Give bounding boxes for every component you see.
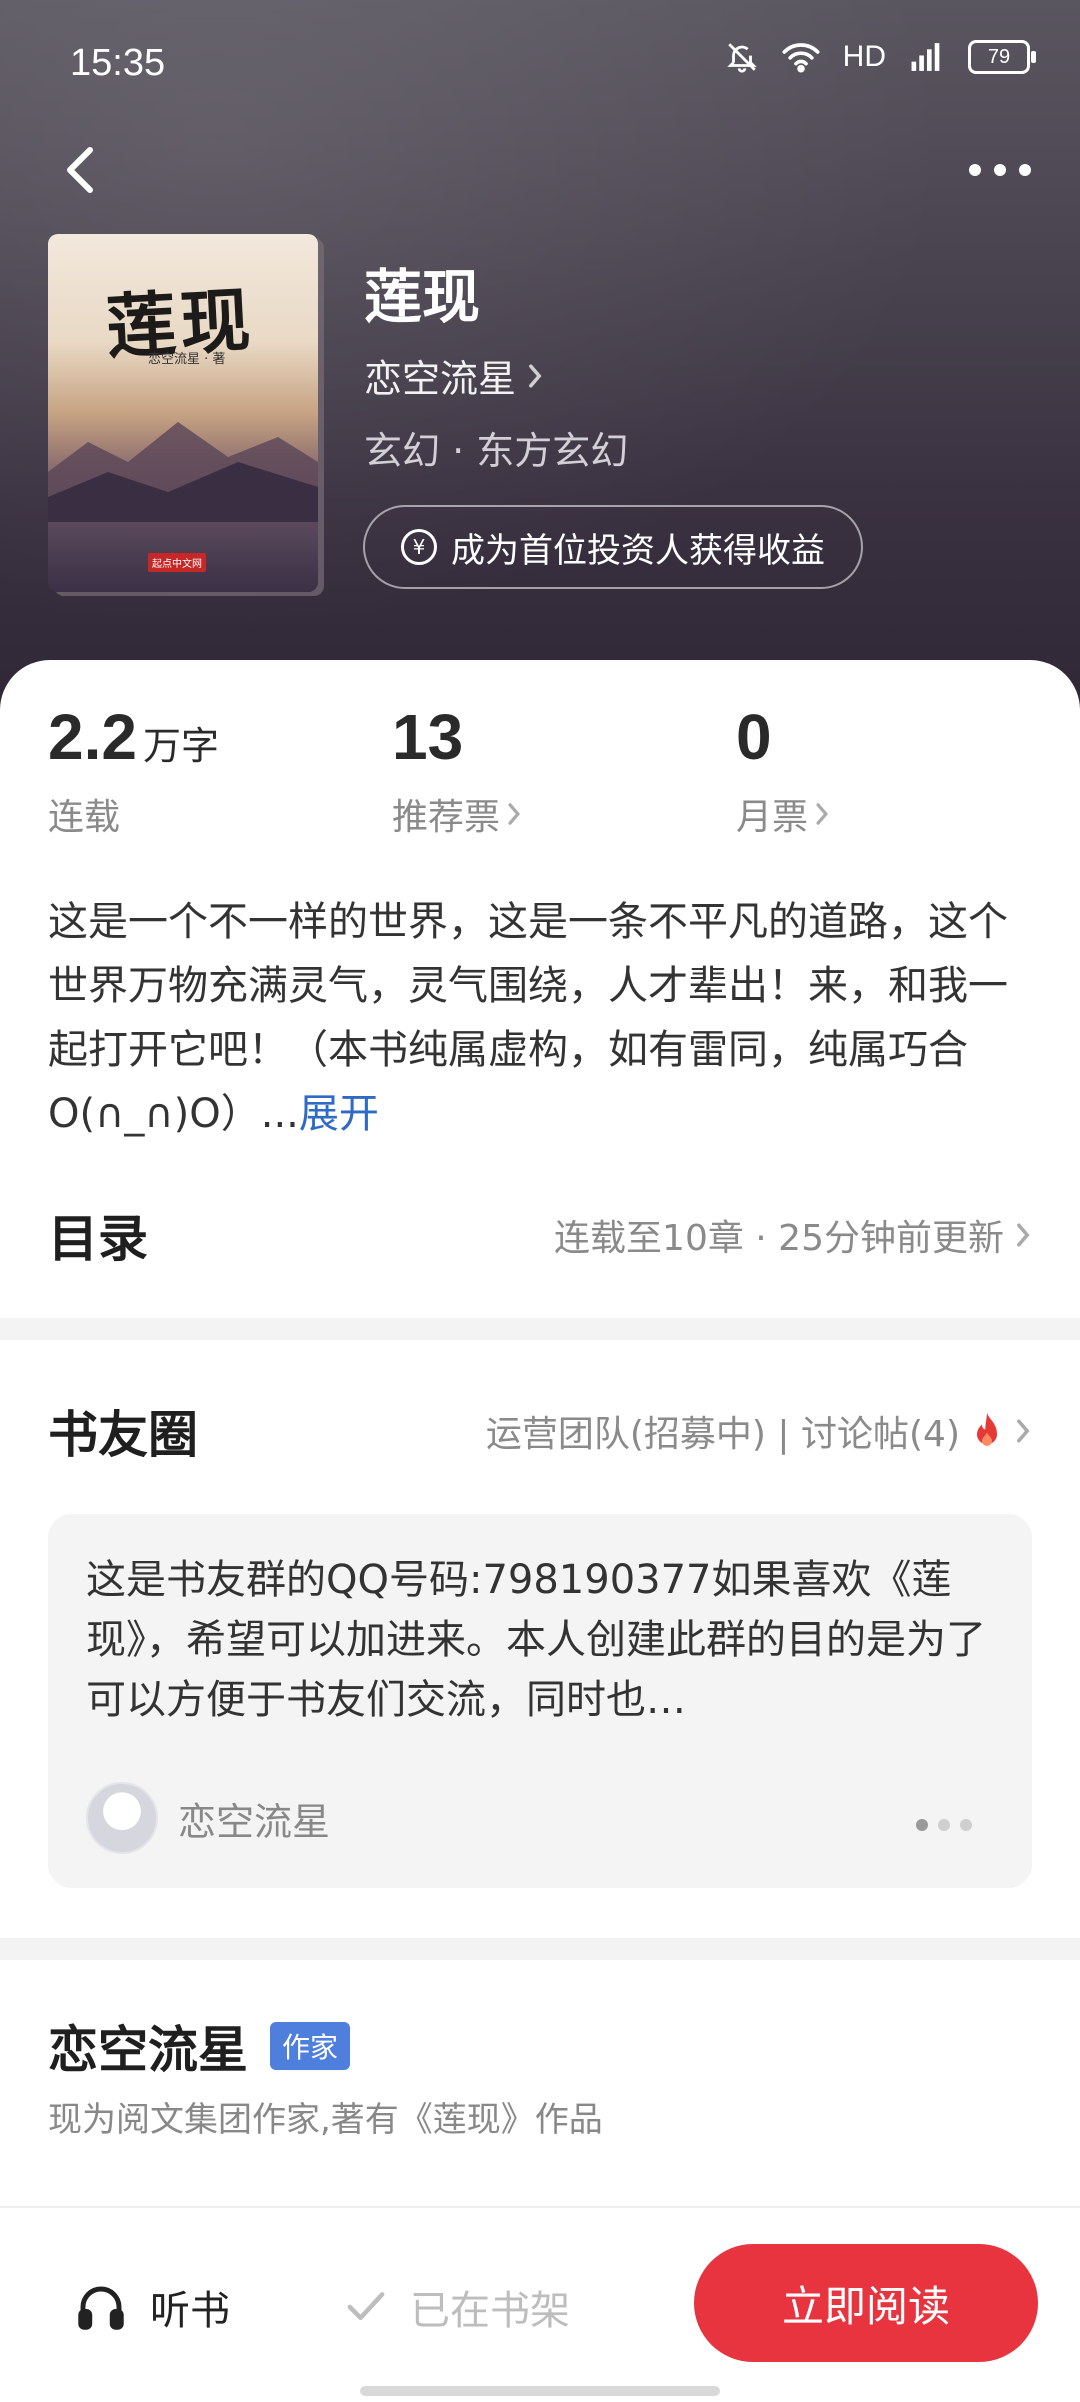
cover-author: 恋空流星 · 著 [148, 352, 226, 367]
signal-icon [911, 43, 940, 71]
author-badge: 作家 [270, 2022, 351, 2070]
back-button[interactable] [40, 130, 120, 210]
on-shelf-button[interactable]: 已在书架 [344, 2278, 570, 2336]
cover-publisher: 起点中文网 [148, 553, 206, 572]
bottom-action-bar: 听书 已在书架 立即阅读 [0, 2206, 1080, 2402]
headphones-icon [78, 2286, 124, 2330]
status-bar: 15:35 HD 79 [0, 0, 1080, 130]
section-divider [0, 1938, 1080, 1960]
listen-label: 听书 [150, 2288, 230, 2334]
community-row[interactable]: 书友圈 运营团队(招募中) | 讨论帖(4) [48, 1396, 1032, 1466]
network-type: HD [842, 40, 886, 73]
read-now-label: 立即阅读 [781, 2281, 950, 2331]
intro-text: 这是一个不一样的世界，这是一条不平凡的道路，这个世界万物充满灵气，灵气围绕，人才… [48, 899, 1008, 1137]
chevron-right-icon [816, 803, 829, 825]
community-title: 书友圈 [48, 1406, 198, 1464]
more-dots-icon [969, 164, 1031, 176]
stat-word-count: 2.2 万字 连载 [48, 700, 219, 840]
post-author[interactable]: 恋空流星 [86, 1782, 330, 1854]
battery-level: 79 [987, 45, 1011, 68]
serial-status: 连载 [48, 797, 121, 838]
recommend-votes-value: 13 [392, 701, 464, 773]
fire-icon [977, 1412, 997, 1446]
book-genre: 玄幻 · 东方玄幻 [364, 429, 629, 473]
status-time: 15:35 [70, 42, 166, 84]
avatar [86, 1782, 158, 1854]
monthly-votes-label: 月票 [736, 797, 809, 838]
stat-recommend[interactable]: 13 推荐票 [392, 700, 522, 840]
catalog-title: 目录 [48, 1210, 148, 1268]
catalog-meta: 连载至10章 · 25分钟前更新 [554, 1218, 1004, 1259]
book-intro[interactable]: 这是一个不一样的世界，这是一条不平凡的道路，这个世界万物充满灵气，灵气围绕，人才… [48, 890, 1038, 1146]
book-title: 莲现 [364, 263, 481, 331]
chevron-left-icon [67, 147, 93, 193]
wifi-icon [782, 43, 820, 73]
chevron-right-icon [508, 803, 521, 825]
post-text: 这是书友群的QQ号码:798190377如果喜欢《莲现》，希望可以加进来。本人创… [86, 1557, 986, 1723]
chevron-right-icon [529, 363, 542, 388]
community-post-card[interactable]: 这是书友群的QQ号码:798190377如果喜欢《莲现》，希望可以加进来。本人创… [48, 1514, 1032, 1888]
monthly-votes-value: 0 [736, 701, 772, 773]
listen-button[interactable]: 听书 [74, 2278, 230, 2336]
post-author-name: 恋空流星 [178, 1799, 331, 1844]
mountain-art [48, 422, 318, 522]
community-meta: 运营团队(招募中) | 讨论帖(4) [485, 1414, 960, 1455]
mute-bell-icon [726, 43, 757, 73]
expand-link[interactable]: 展开 [299, 1091, 379, 1137]
invest-label: 成为首位投资人获得收益 [451, 530, 825, 571]
author-description: 现为阅文集团作家,著有《莲现》作品 [48, 2100, 603, 2140]
invest-button[interactable]: ¥ 成为首位投资人获得收益 [363, 505, 863, 589]
home-indicator[interactable] [360, 2386, 720, 2396]
stat-monthly[interactable]: 0 月票 [736, 700, 830, 840]
recommend-votes-label: 推荐票 [392, 797, 501, 838]
word-count-value: 2.2 [48, 701, 137, 773]
book-author-link[interactable]: 恋空流星 [364, 348, 544, 403]
read-now-button[interactable]: 立即阅读 [694, 2244, 1038, 2362]
word-count-unit: 万字 [142, 724, 219, 768]
section-divider [0, 1318, 1080, 1340]
chevron-right-icon [1017, 1223, 1030, 1247]
book-author-name: 恋空流星 [364, 357, 517, 401]
author-section-name[interactable]: 恋空流星 作家 [48, 2010, 351, 2082]
on-shelf-label: 已在书架 [410, 2288, 570, 2334]
checkmark-icon [347, 2292, 385, 2321]
more-button[interactable] [950, 130, 1050, 210]
author-name: 恋空流星 [48, 2021, 248, 2079]
catalog-row[interactable]: 目录 连载至10章 · 25分钟前更新 [48, 1200, 1032, 1270]
book-cover[interactable]: 莲现 恋空流星 · 著 起点中文网 [48, 234, 318, 592]
carousel-indicator [916, 1819, 972, 1831]
status-icons: HD 79 [725, 40, 1036, 74]
yuan-coin-icon: ¥ [401, 529, 437, 565]
chevron-right-icon [1017, 1419, 1030, 1443]
battery-icon: 79 [968, 40, 1036, 74]
